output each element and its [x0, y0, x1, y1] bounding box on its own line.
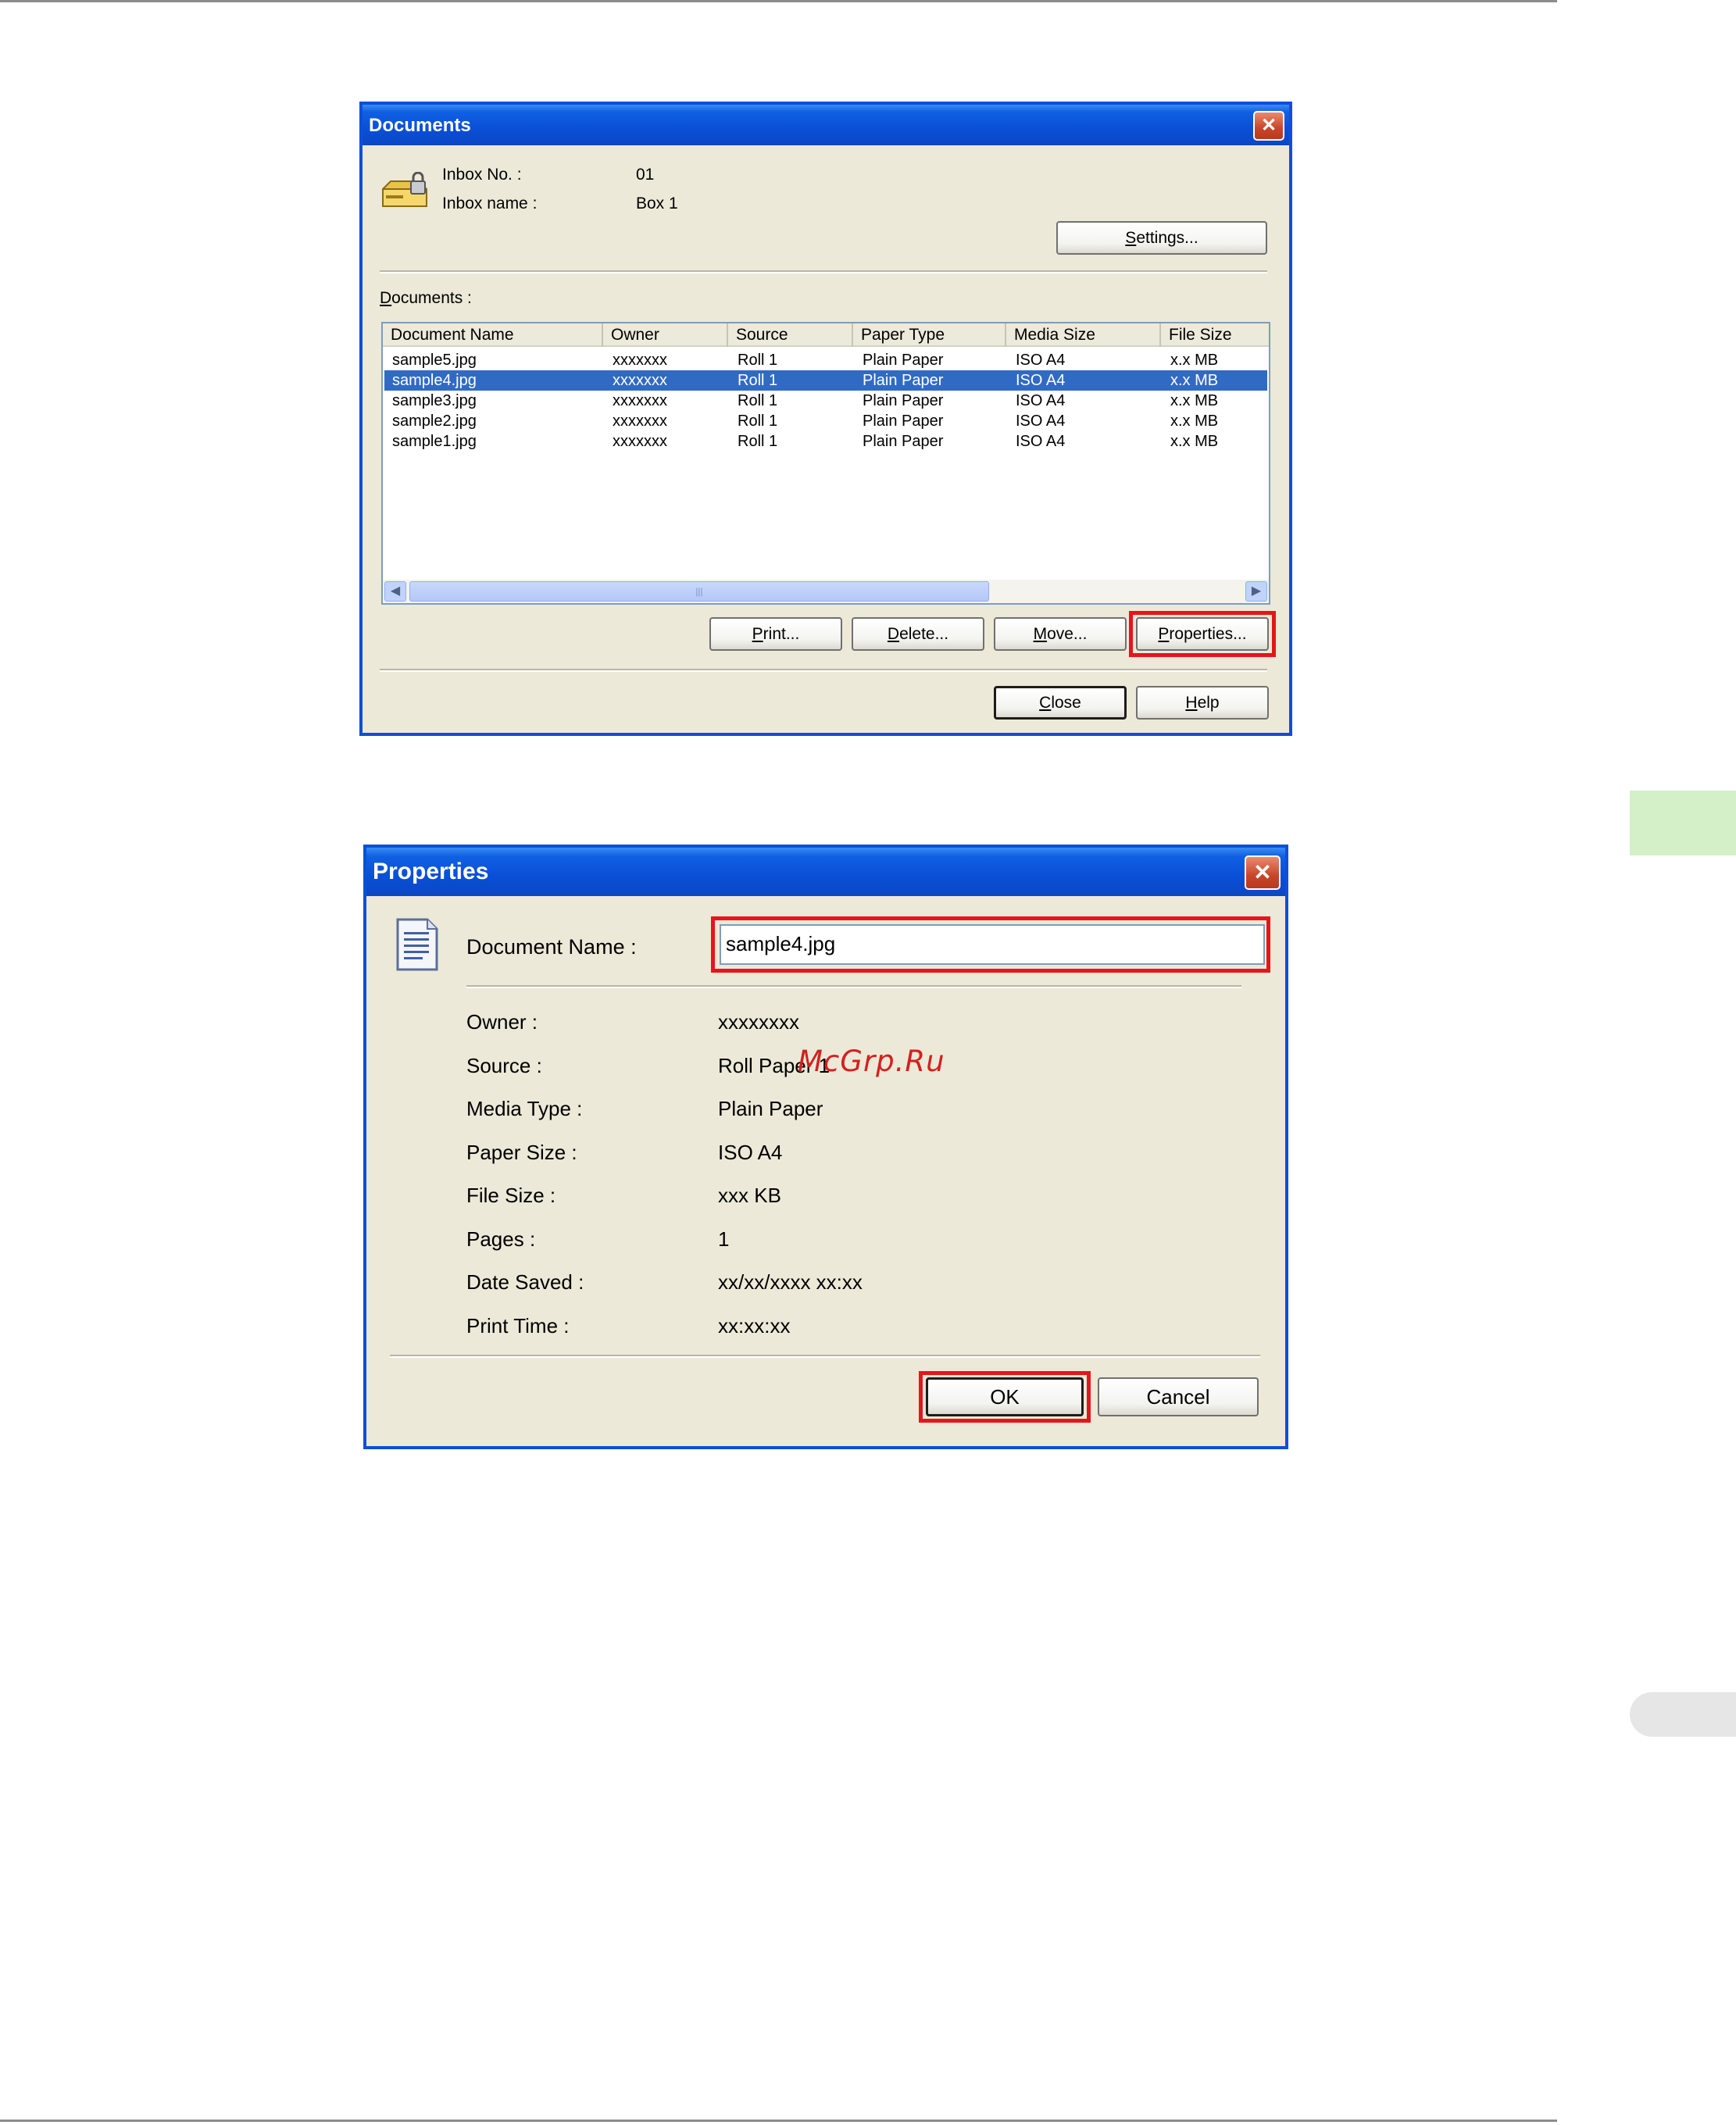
cell-source: Roll 1: [738, 372, 778, 389]
ok-button-highlight: [919, 1371, 1091, 1423]
documents-dialog: Documents ✕ Inbox No. : 01 Inbox name : …: [359, 102, 1292, 736]
scroll-right-icon[interactable]: ▶: [1245, 581, 1267, 602]
column-source[interactable]: Source: [728, 323, 853, 347]
help-button[interactable]: Help: [1136, 686, 1269, 720]
table-row[interactable]: sample2.jpg xxxxxxx Roll 1 Plain Paper ISO A…: [384, 411, 1267, 431]
print-button[interactable]: Print...: [709, 617, 842, 651]
cell-document-name: sample4.jpg: [392, 372, 477, 389]
field-value: 1: [718, 1227, 730, 1251]
documents-titlebar[interactable]: Documents ✕: [363, 105, 1289, 145]
cell-file-size: x.x MB: [1170, 392, 1219, 409]
cell-owner: xxxxxxx: [613, 352, 667, 369]
index-tab: [1630, 1692, 1736, 1737]
field-label: Print Time :: [466, 1313, 570, 1338]
field-value: xxx KB: [718, 1184, 781, 1207]
cell-document-name: sample5.jpg: [392, 352, 477, 369]
properties-titlebar[interactable]: Properties ✕: [366, 848, 1285, 896]
settings-button[interactable]: Settings...: [1056, 221, 1267, 255]
delete-button[interactable]: Delete...: [852, 617, 984, 651]
column-paper-type[interactable]: Paper Type: [853, 323, 1006, 347]
cell-source: Roll 1: [738, 412, 778, 430]
cell-media-size: ISO A4: [1016, 412, 1066, 430]
documents-list[interactable]: Document Name Owner Source Paper Type Me…: [381, 322, 1270, 605]
inbox-name-label: Inbox name :: [442, 195, 538, 212]
cell-document-name: sample3.jpg: [392, 392, 477, 409]
document-icon: [396, 918, 438, 971]
table-row[interactable]: sample3.jpg xxxxxxx Roll 1 Plain Paper ISO A…: [384, 391, 1267, 411]
column-media-size[interactable]: Media Size: [1006, 323, 1161, 347]
cell-media-size: ISO A4: [1016, 372, 1066, 389]
document-name-highlight: [711, 916, 1270, 973]
table-row[interactable]: sample5.jpg xxxxxxx Roll 1 Plain Paper ISO A…: [384, 350, 1267, 370]
field-label: Date Saved :: [466, 1270, 584, 1294]
document-name-label: Document Name :: [466, 935, 637, 959]
watermark: McGrp.Ru: [798, 1045, 945, 1078]
cell-paper-type: Plain Paper: [863, 352, 944, 369]
cell-file-size: x.x MB: [1170, 412, 1219, 430]
properties-title: Properties: [373, 859, 489, 884]
cell-document-name: sample2.jpg: [392, 412, 477, 430]
documents-list-header: Document Name Owner Source Paper Type Me…: [383, 323, 1269, 347]
page-bottom-rule: [0, 2120, 1557, 2122]
scroll-left-icon[interactable]: ◀: [384, 581, 406, 602]
horizontal-scrollbar[interactable]: ◀ ||| ▶: [383, 580, 1269, 603]
table-row[interactable]: sample1.jpg xxxxxxx Roll 1 Plain Paper ISO A…: [384, 431, 1267, 452]
cell-owner: xxxxxxx: [613, 392, 667, 409]
cell-file-size: x.x MB: [1170, 433, 1219, 450]
inbox-no-label: Inbox No. :: [442, 166, 522, 184]
field-value: xx:xx:xx: [718, 1313, 791, 1338]
page-top-rule: [0, 0, 1557, 2]
documents-title: Documents: [369, 115, 471, 136]
field-label: Source :: [466, 1053, 542, 1077]
documents-separator-bottom: [380, 669, 1267, 672]
properties-separator-top: [466, 985, 1241, 988]
documents-list-label: Documents :: [380, 289, 472, 307]
cell-owner: xxxxxxx: [613, 412, 667, 430]
scroll-thumb[interactable]: |||: [409, 581, 989, 602]
cell-media-size: ISO A4: [1016, 392, 1066, 409]
properties-close-icon[interactable]: ✕: [1245, 855, 1281, 890]
documents-close-icon[interactable]: ✕: [1253, 111, 1284, 141]
cell-media-size: ISO A4: [1016, 352, 1066, 369]
field-label: Media Type :: [466, 1097, 583, 1120]
cancel-button[interactable]: Cancel: [1098, 1377, 1259, 1416]
inbox-no-value: 01: [636, 166, 655, 184]
field-label: Pages :: [466, 1227, 536, 1251]
documents-separator-top: [380, 270, 1267, 273]
cell-owner: xxxxxxx: [613, 372, 667, 389]
field-value: Plain Paper: [718, 1097, 823, 1120]
properties-dialog: Properties ✕ Document Name : sample4.jpg…: [363, 845, 1288, 1449]
column-file-size[interactable]: File Size: [1161, 323, 1269, 347]
chapter-tab: [1630, 791, 1736, 855]
inbox-lock-icon: [382, 172, 427, 207]
cell-source: Roll 1: [738, 392, 778, 409]
table-row[interactable]: sample4.jpg xxxxxxx Roll 1 Plain Paper ISO A…: [384, 370, 1267, 391]
properties-separator-bottom: [390, 1355, 1260, 1358]
field-label: File Size :: [466, 1184, 556, 1207]
field-label: Paper Size :: [466, 1140, 577, 1164]
cell-paper-type: Plain Paper: [863, 372, 944, 389]
cell-paper-type: Plain Paper: [863, 412, 944, 430]
field-value: xxxxxxxx: [718, 1010, 799, 1034]
cell-paper-type: Plain Paper: [863, 392, 944, 409]
field-value: ISO A4: [718, 1140, 783, 1164]
cell-file-size: x.x MB: [1170, 352, 1219, 369]
move-button[interactable]: Move...: [994, 617, 1127, 651]
field-value: xx/xx/xxxx xx:xx: [718, 1270, 863, 1294]
column-document-name[interactable]: Document Name: [383, 323, 603, 347]
cell-document-name: sample1.jpg: [392, 433, 477, 450]
close-button[interactable]: Close: [994, 686, 1127, 720]
cell-owner: xxxxxxx: [613, 433, 667, 450]
field-label: Owner :: [466, 1010, 538, 1034]
cell-source: Roll 1: [738, 352, 778, 369]
cell-paper-type: Plain Paper: [863, 433, 944, 450]
inbox-name-value: Box 1: [636, 195, 678, 212]
column-owner[interactable]: Owner: [603, 323, 728, 347]
properties-button-highlight: [1129, 611, 1276, 657]
cell-media-size: ISO A4: [1016, 433, 1066, 450]
cell-source: Roll 1: [738, 433, 778, 450]
cell-file-size: x.x MB: [1170, 372, 1219, 389]
